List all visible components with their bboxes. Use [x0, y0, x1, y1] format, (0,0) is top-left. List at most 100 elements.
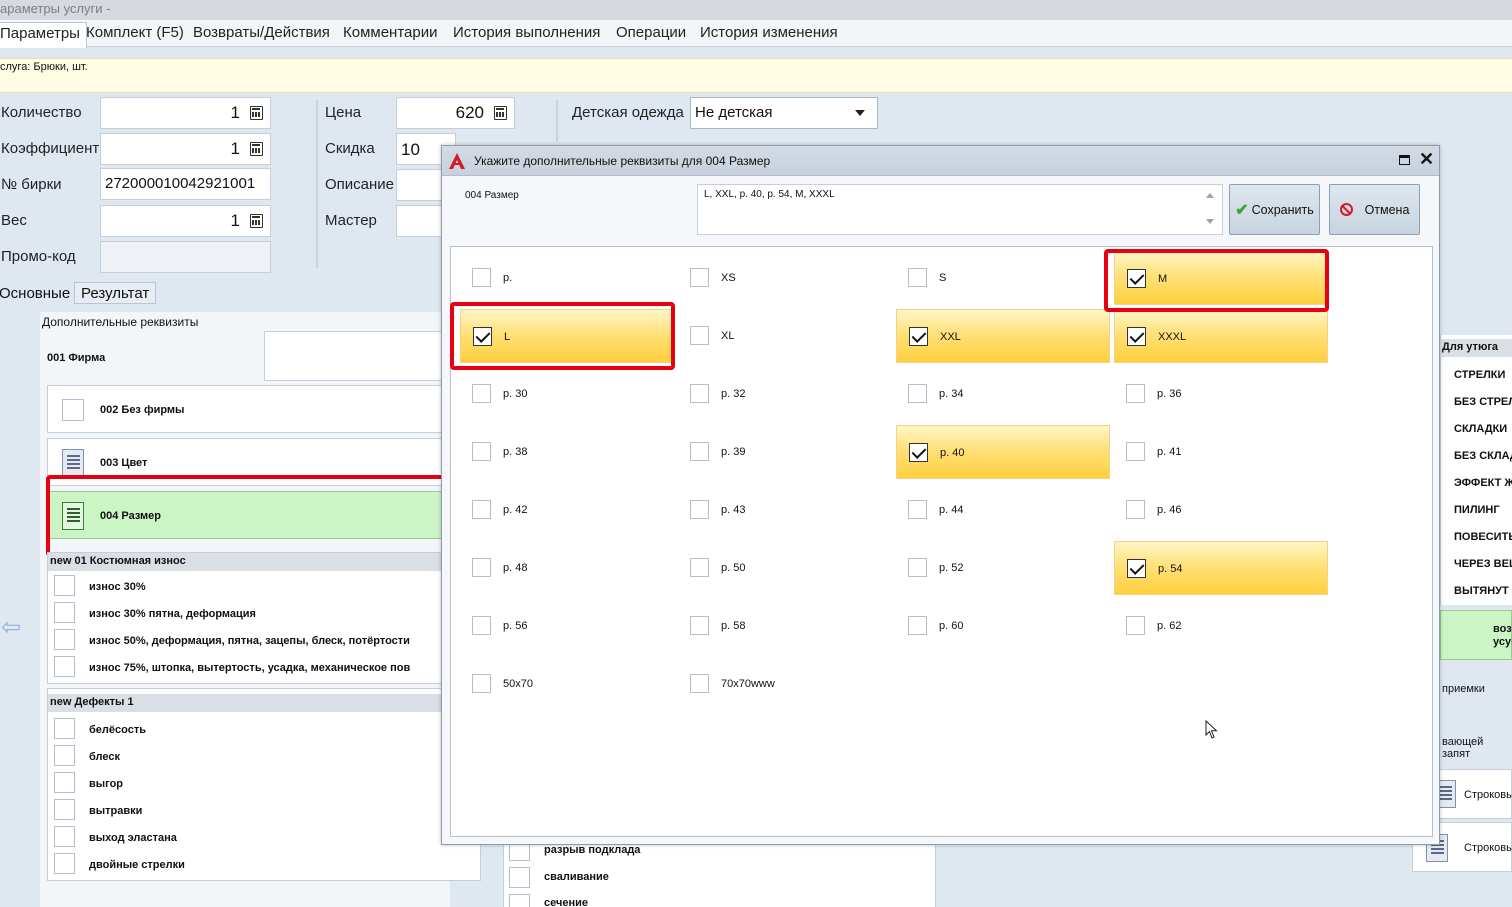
checkbox[interactable]	[54, 745, 75, 766]
checkbox[interactable]	[690, 674, 709, 693]
checkbox[interactable]	[1126, 442, 1145, 461]
tab-operations[interactable]: Операции	[616, 24, 686, 46]
calculator-icon[interactable]	[250, 106, 263, 120]
tab-comments[interactable]: Комментарии	[343, 24, 437, 46]
checkbox[interactable]	[62, 399, 84, 421]
option-39[interactable]: р. 39	[678, 425, 892, 479]
tab-returns[interactable]: Возвраты/Действия	[193, 24, 330, 46]
option-50[interactable]: р. 50	[678, 541, 892, 595]
option-34[interactable]: р. 34	[896, 367, 1110, 421]
option-44[interactable]: р. 44	[896, 483, 1110, 537]
checkbox[interactable]	[509, 867, 530, 888]
checkbox[interactable]	[1126, 500, 1145, 519]
checkbox[interactable]	[54, 656, 75, 677]
checkbox[interactable]	[54, 799, 75, 820]
option-42[interactable]: р. 42	[460, 483, 674, 537]
option-r[interactable]: р.	[460, 251, 674, 305]
checkbox[interactable]	[690, 326, 709, 345]
checkbox[interactable]	[690, 442, 709, 461]
option-40[interactable]: р. 40	[896, 425, 1110, 479]
size-field-value[interactable]: L, XXL, р. 40, р. 54, M, XXXL	[697, 184, 1223, 235]
checkbox[interactable]	[472, 500, 491, 519]
option-60[interactable]: р. 60	[896, 599, 1110, 653]
tab-parameters[interactable]: Параметры	[0, 22, 87, 48]
price-input[interactable]: 620	[396, 97, 515, 129]
checkbox[interactable]	[1126, 616, 1145, 635]
calculator-icon[interactable]	[250, 214, 263, 228]
scroll-down-icon[interactable]	[1206, 219, 1214, 224]
option-54[interactable]: р. 54	[1114, 541, 1328, 595]
calculator-icon[interactable]	[494, 106, 507, 120]
promo-input[interactable]	[100, 241, 271, 273]
option-58[interactable]: р. 58	[678, 599, 892, 653]
checkbox[interactable]	[690, 616, 709, 635]
quantity-input[interactable]: 1	[100, 97, 271, 129]
weight-input[interactable]: 1	[100, 205, 271, 237]
tab-history-exec[interactable]: История выполнения	[453, 24, 600, 46]
option-48[interactable]: р. 48	[460, 541, 674, 595]
checkbox[interactable]	[54, 575, 75, 596]
checkbox[interactable]	[472, 384, 491, 403]
option-xl[interactable]: XL	[678, 309, 892, 363]
checkbox[interactable]	[472, 442, 491, 461]
option-62[interactable]: р. 62	[1114, 599, 1328, 653]
checkbox[interactable]	[690, 558, 709, 577]
option-41[interactable]: р. 41	[1114, 425, 1328, 479]
checkbox[interactable]	[908, 268, 927, 287]
checkbox[interactable]	[54, 826, 75, 847]
option-36[interactable]: р. 36	[1114, 367, 1328, 421]
option-52[interactable]: р. 52	[896, 541, 1110, 595]
option-43[interactable]: р. 43	[678, 483, 892, 537]
option-56[interactable]: р. 56	[460, 599, 674, 653]
checkbox[interactable]	[1127, 559, 1146, 578]
checkbox[interactable]	[472, 558, 491, 577]
option-50x70[interactable]: 50x70	[460, 657, 674, 711]
option-38[interactable]: р. 38	[460, 425, 674, 479]
option-xxxl[interactable]: XXXL	[1114, 309, 1328, 363]
right-green-row[interactable]	[1440, 610, 1512, 660]
option-s[interactable]: S	[896, 251, 1110, 305]
checkbox[interactable]	[1127, 327, 1146, 346]
option-46[interactable]: р. 46	[1114, 483, 1328, 537]
option-70x70www[interactable]: 70x70www	[678, 657, 892, 711]
arrow-left-icon[interactable]: ⇦	[1, 616, 25, 640]
coef-input[interactable]: 1	[100, 133, 271, 165]
option-30[interactable]: р. 30	[460, 367, 674, 421]
subtab-result[interactable]: Результат	[74, 282, 157, 304]
checkbox[interactable]	[54, 629, 75, 650]
checkbox[interactable]	[54, 772, 75, 793]
tab-kit[interactable]: Комплект (F5)	[86, 24, 184, 46]
tag-input[interactable]: 272000010042921001	[100, 168, 271, 200]
checkbox[interactable]	[54, 602, 75, 623]
calculator-icon[interactable]	[250, 142, 263, 156]
checkbox[interactable]	[54, 718, 75, 739]
cancel-button[interactable]: Отмена	[1329, 184, 1420, 235]
checkbox[interactable]	[472, 674, 491, 693]
checkbox[interactable]	[908, 558, 927, 577]
checkbox[interactable]	[690, 500, 709, 519]
checkbox[interactable]	[908, 500, 927, 519]
checkbox[interactable]	[690, 384, 709, 403]
scroll-up-icon[interactable]	[1206, 193, 1214, 198]
option-xs[interactable]: XS	[678, 251, 892, 305]
checkbox[interactable]	[1126, 384, 1145, 403]
option-xxl[interactable]: XXL	[896, 309, 1110, 363]
close-icon[interactable]: ✕	[1419, 149, 1434, 170]
checkbox[interactable]	[908, 616, 927, 635]
subtab-main[interactable]: Основные	[0, 282, 72, 304]
save-button[interactable]: ✔ Сохранить	[1229, 184, 1320, 235]
checkbox[interactable]	[909, 327, 928, 346]
checkbox[interactable]	[909, 443, 928, 462]
kids-clothes-select[interactable]: Не детская	[690, 97, 878, 129]
checkbox[interactable]	[472, 616, 491, 635]
checkbox[interactable]	[908, 384, 927, 403]
option-32[interactable]: р. 32	[678, 367, 892, 421]
row-no-firm[interactable]: 002 Без фирмы	[47, 385, 445, 433]
firm-input[interactable]	[264, 331, 444, 381]
checkbox[interactable]	[690, 268, 709, 287]
checkbox[interactable]	[509, 894, 530, 907]
maximize-icon[interactable]	[1399, 155, 1410, 165]
checkbox[interactable]	[472, 268, 491, 287]
tab-history-changes[interactable]: История изменения	[700, 24, 838, 46]
checkbox[interactable]	[54, 853, 75, 874]
